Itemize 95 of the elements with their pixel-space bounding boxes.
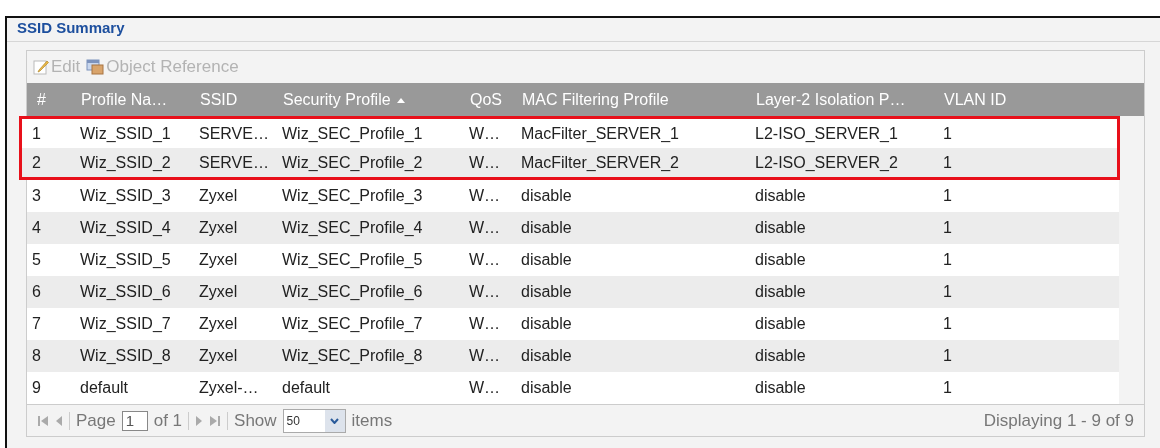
profile-name-cell-text: Wiz_SSID_5	[79, 251, 172, 269]
index-cell-text: 6	[31, 283, 42, 301]
first-page-icon[interactable]	[37, 413, 49, 428]
qos-cell-text: W…	[468, 283, 502, 301]
security-profile-cell-text: default	[281, 379, 332, 397]
qos-cell-text: W…	[468, 251, 502, 269]
security-profile-cell-text: Wiz_SEC_Profile_8	[281, 347, 424, 365]
index-cell-text: 4	[31, 219, 42, 237]
column-header[interactable]: VLAN ID	[934, 90, 1119, 109]
isolation-profile-cell-text: L2-ISO_SERVER_1	[754, 124, 899, 143]
column-header[interactable]: QoS	[460, 90, 512, 109]
vlan-id-cell-text: 1	[942, 153, 953, 172]
mac-filter-cell-text: disable	[520, 347, 573, 365]
index-cell-text: 3	[31, 187, 42, 205]
column-header[interactable]: Security Profile	[273, 90, 460, 109]
isolation-profile-cell-text: disable	[754, 315, 807, 333]
isolation-profile-cell-text: disable	[754, 219, 807, 237]
index-cell-text: 9	[31, 379, 42, 397]
caret-icon	[330, 417, 340, 424]
previous-page-icon[interactable]	[55, 413, 63, 428]
column-header[interactable]: Profile Na…	[71, 90, 190, 109]
vlan-id-cell-text: 1	[942, 219, 953, 237]
page-number-field[interactable]: 1	[121, 410, 148, 431]
security-profile-cell-text: Wiz_SEC_Profile_7	[281, 315, 424, 333]
show-label: Show	[234, 410, 277, 431]
vlan-id-cell-text: 1	[942, 124, 953, 143]
isolation-profile-cell-text: L2-ISO_SERVER_2	[754, 153, 899, 172]
mac-filter-cell-text: disable	[520, 315, 573, 333]
qos-cell-text: W…	[468, 219, 502, 237]
profile-name-cell-text: Wiz_SSID_1	[79, 124, 172, 143]
ssid-cell-text: Zyxel	[198, 315, 239, 333]
page-size-dropdown[interactable]: 50	[282, 408, 346, 433]
qos-cell-text: W…	[468, 347, 502, 365]
vlan-id-cell-text: 1	[942, 251, 953, 269]
ssid-cell-text: Zyxel	[198, 187, 239, 205]
isolation-profile-cell-text: disable	[754, 283, 807, 301]
mac-filter-cell-text: disable	[520, 283, 573, 301]
isolation-profile-cell-text: disable	[754, 187, 807, 205]
pagination-summary: Displaying 1 - 9 of 9	[983, 410, 1134, 431]
profile-name-cell-text: Wiz_SSID_2	[79, 153, 172, 172]
isolation-profile-cell-text: disable	[754, 347, 807, 365]
column-header[interactable]: #	[27, 90, 71, 109]
index-cell-text: 5	[31, 251, 42, 269]
qos-cell-text: W…	[468, 153, 502, 172]
isolation-profile-cell-text: disable	[754, 379, 807, 397]
security-profile-cell-text: Wiz_SEC_Profile_3	[281, 187, 424, 205]
isolation-profile-cell-text: disable	[754, 251, 807, 269]
vlan-id-cell-text: 1	[942, 315, 953, 333]
ssid-cell-text: Zyxel	[198, 283, 239, 301]
qos-cell-text: W…	[468, 379, 502, 397]
ssid-cell-text: SERVE…	[198, 153, 270, 172]
profile-name-cell-text: Wiz_SSID_4	[79, 219, 172, 237]
security-profile-cell-text: Wiz_SEC_Profile_2	[281, 153, 424, 172]
qos-cell-text: W…	[468, 315, 502, 333]
mac-filter-cell-text: disable	[520, 219, 573, 237]
column-header[interactable]: MAC Filtering Profile	[512, 90, 746, 109]
ssid-cell-text: SERVE…	[198, 124, 270, 143]
last-page-icon[interactable]	[209, 413, 222, 428]
profile-name-cell-text: Wiz_SSID_3	[79, 187, 172, 205]
security-profile-cell-text: Wiz_SEC_Profile_5	[281, 251, 424, 269]
mac-filter-cell-text: MacFilter_SERVER_2	[520, 153, 680, 172]
column-header[interactable]: SSID	[190, 90, 273, 109]
profile-name-cell-text: Wiz_SSID_8	[79, 347, 172, 365]
window-stack-icon	[86, 59, 105, 75]
items-label: items	[351, 410, 393, 431]
security-profile-cell-text: Wiz_SEC_Profile_4	[281, 219, 424, 237]
security-profile-cell-text: Wiz_SEC_Profile_6	[281, 283, 424, 301]
pencil-icon	[33, 59, 49, 75]
ssid-cell-text: Zyxel	[198, 219, 239, 237]
panel-title: SSID Summary	[17, 19, 125, 36]
index-cell-text: 1	[31, 124, 42, 143]
ssid-cell-text: Zyxel	[198, 347, 239, 365]
mac-filter-cell-text: disable	[520, 251, 573, 269]
profile-name-cell-text: default	[79, 379, 130, 397]
index-cell-text: 2	[31, 153, 42, 172]
profile-name-cell-text: Wiz_SSID_6	[79, 283, 172, 301]
next-page-icon[interactable]	[195, 413, 204, 428]
page-count-label: of 1	[153, 410, 183, 431]
vlan-id-cell-text: 1	[942, 379, 953, 397]
page-label: Page	[76, 410, 116, 431]
profile-name-cell-text: Wiz_SSID_7	[79, 315, 172, 333]
vlan-id-cell-text: 1	[942, 283, 953, 301]
qos-cell-text: W…	[468, 187, 502, 205]
vlan-id-cell-text: 1	[942, 347, 953, 365]
mac-filter-cell-text: disable	[520, 187, 573, 205]
ssid-cell-text: Zyxel-…	[198, 379, 260, 397]
qos-cell-text: W…	[468, 124, 502, 143]
mac-filter-cell-text: disable	[520, 379, 573, 397]
vlan-id-cell-text: 1	[942, 187, 953, 205]
index-cell-text: 7	[31, 315, 42, 333]
mac-filter-cell-text: MacFilter_SERVER_1	[520, 124, 680, 143]
security-profile-cell-text: Wiz_SEC_Profile_1	[281, 124, 424, 143]
index-cell-text: 8	[31, 347, 42, 365]
column-header[interactable]: Layer-2 Isolation P…	[746, 90, 934, 109]
ssid-cell-text: Zyxel	[198, 251, 239, 269]
